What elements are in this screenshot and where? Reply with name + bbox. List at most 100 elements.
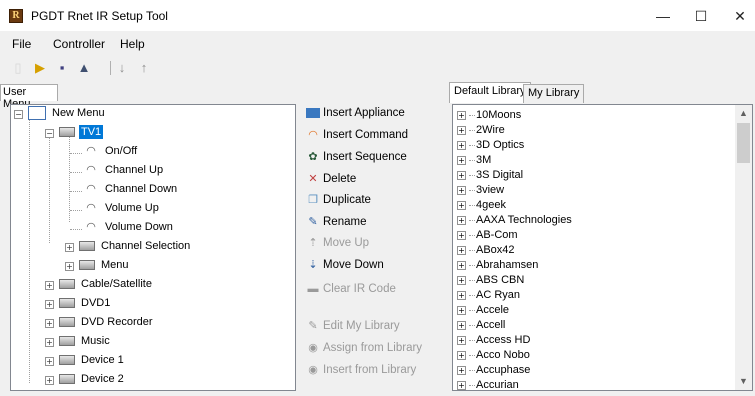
library-item[interactable]: + Accuphase — [457, 364, 530, 376]
move-down-button[interactable]: ⇣ Move Down — [306, 258, 383, 278]
ir-signal-icon: ◠ — [86, 221, 96, 233]
expand-icon[interactable]: + — [457, 365, 466, 375]
tree-node-command[interactable]: ◠ Channel Down — [83, 182, 179, 200]
tree-node-submenu[interactable]: Channel Selection — [79, 239, 192, 257]
expand-icon[interactable]: + — [45, 338, 54, 347]
tab-my-library[interactable]: My Library — [523, 84, 585, 103]
tree-node-appliance[interactable]: Device 2 — [59, 372, 126, 390]
library-item[interactable]: + ABS CBN — [457, 274, 524, 286]
expand-icon[interactable]: + — [457, 380, 466, 390]
library-item[interactable]: + Accurian — [457, 379, 519, 390]
tab-user-menu[interactable]: User Menu — [0, 84, 58, 110]
tree-node-appliance[interactable]: Music — [59, 334, 112, 352]
tree-node-command[interactable]: ◠ Volume Up — [83, 201, 161, 219]
library-item[interactable]: +4geek — [457, 199, 506, 211]
insert-sequence-button[interactable]: ✿ Insert Sequence — [306, 150, 406, 170]
maximize-button[interactable]: ☐ — [686, 6, 716, 26]
library-item[interactable]: + AAXA Technologies — [457, 214, 572, 226]
tab-default-library[interactable]: Default Library — [449, 82, 531, 103]
expand-icon[interactable]: + — [457, 200, 466, 210]
expand-icon[interactable]: + — [457, 245, 466, 255]
delete-button[interactable]: ✕ Delete — [306, 172, 356, 192]
library-item[interactable]: +10Moons — [457, 109, 521, 121]
vertical-scrollbar[interactable]: ▲ ▼ — [735, 105, 752, 390]
expand-icon[interactable]: + — [457, 275, 466, 285]
tree-node-root[interactable]: New Menu — [28, 106, 107, 124]
library-item[interactable]: +3M — [457, 154, 491, 166]
expand-icon[interactable]: + — [457, 290, 466, 300]
menu-file[interactable]: File — [12, 37, 31, 51]
tree-node-command[interactable]: ◠ Channel Up — [83, 163, 165, 181]
expand-icon[interactable]: + — [457, 335, 466, 345]
library-item[interactable]: + Accele — [457, 304, 509, 316]
library-item-label: 2Wire — [476, 124, 505, 136]
tree-node-command[interactable]: ◠ On/Off — [83, 144, 139, 162]
library-item[interactable]: +3S Digital — [457, 169, 523, 181]
assign-from-library-button[interactable]: ◉ Assign from Library — [306, 341, 422, 361]
collapse-tv1-icon[interactable]: − — [45, 129, 54, 138]
insert-from-library-button[interactable]: ◉ Insert from Library — [306, 363, 416, 383]
library-item[interactable]: + Access HD — [457, 334, 530, 346]
expand-icon[interactable]: + — [45, 281, 54, 290]
expand-icon[interactable]: + — [457, 320, 466, 330]
library-item[interactable]: +3view — [457, 184, 504, 196]
tree-node-appliance[interactable]: Cable/Satellite — [59, 277, 154, 295]
library-item[interactable]: +2Wire — [457, 124, 505, 136]
close-button[interactable]: ✕ — [725, 6, 755, 26]
expand-icon[interactable]: + — [457, 230, 466, 240]
move-up-button[interactable]: ⇡ Move Up — [306, 236, 369, 256]
collapse-root-icon[interactable]: − — [14, 110, 23, 119]
insert-command-button[interactable]: ◠ Insert Command — [306, 128, 408, 148]
minimize-button[interactable]: — — [648, 6, 678, 26]
tree-line — [29, 119, 30, 383]
library-item[interactable]: + ABox42 — [457, 244, 515, 256]
scroll-down-arrow-icon[interactable]: ▼ — [735, 373, 752, 390]
menu-controller[interactable]: Controller — [53, 37, 105, 51]
clear-ir-code-button[interactable]: ▬ Clear IR Code — [306, 282, 396, 302]
expand-icon[interactable]: + — [45, 357, 54, 366]
expand-icon[interactable]: + — [457, 155, 466, 165]
insert-appliance-button[interactable]: Insert Appliance — [306, 107, 405, 127]
scroll-up-arrow-icon[interactable]: ▲ — [735, 105, 752, 122]
expand-icon[interactable]: + — [457, 215, 466, 225]
library-item-label: Acco Nobo — [476, 349, 530, 361]
edit-my-library-button[interactable]: ✎ Edit My Library — [306, 319, 399, 339]
open-folder-icon[interactable]: ▶ — [32, 60, 48, 76]
expand-icon[interactable]: + — [457, 125, 466, 135]
new-file-icon[interactable]: ▯ — [10, 60, 26, 76]
library-item[interactable]: + AB-Com — [457, 229, 518, 241]
expand-icon[interactable]: + — [457, 350, 466, 360]
tree-node-tv1[interactable]: TV1 — [59, 125, 104, 143]
library-item[interactable]: + Acco Nobo — [457, 349, 530, 361]
save-icon[interactable]: ▪ — [54, 60, 70, 76]
library-item[interactable]: + Abrahamsen — [457, 259, 538, 271]
upload-arrow-icon[interactable]: ↑ — [136, 60, 152, 76]
library-item[interactable]: +3D Optics — [457, 139, 524, 151]
tree-node-appliance[interactable]: DVD Recorder — [59, 315, 155, 333]
library-item[interactable]: + Accell — [457, 319, 505, 331]
duplicate-button[interactable]: ❐ Duplicate — [306, 193, 371, 213]
rename-button[interactable]: ✎ Rename — [306, 215, 366, 235]
expand-icon[interactable]: + — [457, 260, 466, 270]
expand-icon[interactable]: + — [457, 140, 466, 150]
print-icon[interactable]: ▲ — [76, 60, 92, 76]
expand-icon[interactable]: + — [457, 305, 466, 315]
expand-icon[interactable]: + — [457, 185, 466, 195]
download-arrow-icon[interactable]: ↓ — [114, 60, 130, 76]
expand-icon[interactable]: + — [45, 319, 54, 328]
expand-icon[interactable]: + — [45, 376, 54, 385]
scroll-thumb[interactable] — [737, 123, 750, 163]
user-menu-tree[interactable]: − New Menu − TV1 ◠ On/Off ◠ Channel Up ◠ Ch… — [10, 104, 296, 391]
menu-help[interactable]: Help — [120, 37, 145, 51]
default-library-tree[interactable]: +10Moons +2Wire +3D Optics +3M +3S Digital +3… — [452, 104, 753, 391]
expand-icon[interactable]: + — [45, 300, 54, 309]
tree-node-submenu[interactable]: Menu — [79, 258, 131, 276]
expand-icon[interactable]: + — [65, 243, 74, 252]
expand-icon[interactable]: + — [457, 170, 466, 180]
tree-node-appliance[interactable]: DVD1 — [59, 296, 112, 314]
library-item[interactable]: + AC Ryan — [457, 289, 520, 301]
expand-icon[interactable]: + — [65, 262, 74, 271]
expand-icon[interactable]: + — [457, 110, 466, 120]
tree-node-command[interactable]: ◠ Volume Down — [83, 220, 175, 238]
tree-node-appliance[interactable]: Device 1 — [59, 353, 126, 371]
